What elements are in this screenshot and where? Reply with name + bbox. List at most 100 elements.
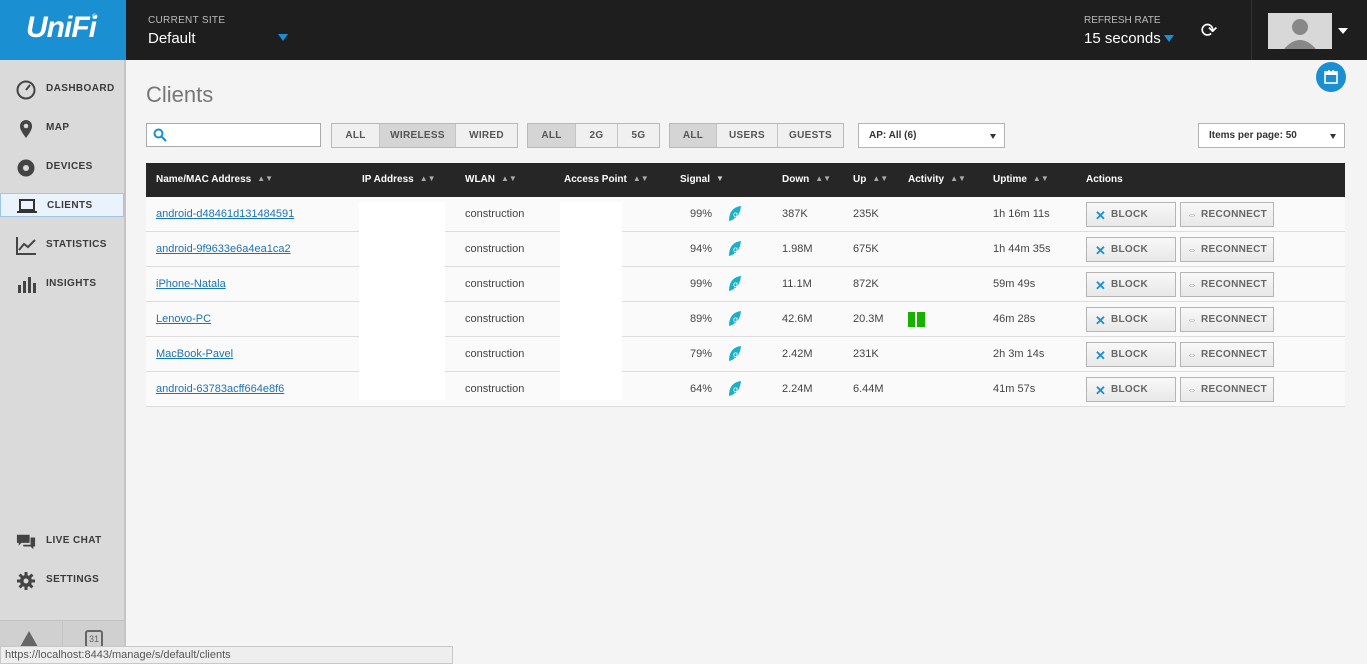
- sidebar-item-statistics[interactable]: STATISTICS: [0, 230, 124, 260]
- sidebar-item-label: SETTINGS: [46, 574, 100, 585]
- column-uptime[interactable]: Uptime ▲▼: [993, 174, 1049, 185]
- block-button[interactable]: ✕ BLOCK: [1086, 377, 1176, 402]
- avatar[interactable]: [1268, 13, 1332, 49]
- wifi-signal-icon: g: [729, 346, 741, 361]
- client-name-link[interactable]: android-d48461d131484591: [156, 208, 294, 220]
- svg-text:g: g: [733, 210, 738, 219]
- column-down[interactable]: Down ▲▼: [782, 174, 831, 185]
- block-button[interactable]: ✕ BLOCK: [1086, 307, 1176, 332]
- sidebar: DASHBOARD MAP DEVICES CLIENTS STATISTICS…: [0, 60, 126, 664]
- client-name-link[interactable]: android-9f9633e6a4ea1ca2: [156, 243, 291, 255]
- column-label: Uptime: [993, 174, 1027, 185]
- gear-icon: [17, 572, 35, 590]
- reconnect-icon: ⇔: [1187, 210, 1198, 221]
- filter-users[interactable]: USERS: [717, 124, 778, 147]
- sidebar-item-dashboard[interactable]: DASHBOARD: [0, 74, 124, 104]
- block-button[interactable]: ✕ BLOCK: [1086, 272, 1176, 297]
- refresh-dropdown-caret-icon[interactable]: [1164, 35, 1174, 42]
- filter-all-types[interactable]: ALL: [670, 124, 717, 147]
- column-label: Up: [853, 174, 867, 185]
- filter-guests[interactable]: GUESTS: [778, 124, 843, 147]
- items-per-page-select[interactable]: Items per page: 50: [1198, 123, 1345, 148]
- column-ip[interactable]: IP Address ▲▼: [362, 174, 436, 185]
- sort-icon: ▲▼: [815, 174, 832, 183]
- sidebar-item-label: DASHBOARD: [46, 83, 115, 94]
- down-cell: 1.98M: [782, 243, 813, 255]
- table-row[interactable]: MacBook-Pavel construction 79% g 2.42M 2…: [146, 337, 1345, 372]
- current-site-select[interactable]: Default: [148, 30, 196, 47]
- ap-select-value: AP: All (6): [869, 130, 917, 141]
- column-wlan[interactable]: WLAN ▲▼: [465, 174, 517, 185]
- reconnect-button[interactable]: ⇔ RECONNECT: [1180, 202, 1274, 227]
- close-icon: ✕: [1095, 383, 1107, 398]
- close-icon: ✕: [1095, 278, 1107, 293]
- table-row[interactable]: Lenovo-PC construction 89% g 42.6M 20.3M…: [146, 302, 1345, 337]
- sidebar-item-label: LIVE CHAT: [46, 535, 102, 546]
- signal-cell: 89%: [689, 313, 712, 325]
- sidebar-item-live-chat[interactable]: LIVE CHAT: [0, 526, 124, 556]
- table-row[interactable]: android-d48461d131484591 construction 99…: [146, 197, 1345, 232]
- block-button[interactable]: ✕ BLOCK: [1086, 202, 1176, 227]
- ap-select[interactable]: AP: All (6): [858, 123, 1005, 148]
- sort-desc-icon: ▼: [716, 174, 724, 183]
- column-name[interactable]: Name/MAC Address ▲▼: [156, 174, 273, 185]
- close-icon: ✕: [1095, 313, 1107, 328]
- sidebar-item-label: DEVICES: [46, 161, 93, 172]
- sidebar-item-devices[interactable]: DEVICES: [0, 152, 124, 182]
- close-icon: ✕: [1095, 208, 1107, 223]
- wlan-cell: construction: [465, 208, 525, 220]
- reconnect-icon: ⇔: [1187, 315, 1198, 326]
- sidebar-item-label: MAP: [46, 122, 70, 133]
- svg-text:g: g: [733, 385, 738, 394]
- unifi-logo[interactable]: UniFi ®: [0, 0, 126, 60]
- filter-wired[interactable]: WIRED: [456, 124, 517, 147]
- sidebar-item-insights[interactable]: INSIGHTS: [0, 269, 124, 299]
- site-dropdown-caret-icon[interactable]: [278, 34, 288, 41]
- table-row[interactable]: android-9f9633e6a4ea1ca2 construction 94…: [146, 232, 1345, 267]
- client-name-link[interactable]: android-63783acff664e8f6: [156, 383, 284, 395]
- button-label: RECONNECT: [1201, 244, 1268, 255]
- client-name-link[interactable]: iPhone-Natala: [156, 278, 226, 290]
- wlan-cell: construction: [465, 383, 525, 395]
- client-name-link[interactable]: MacBook-Pavel: [156, 348, 233, 360]
- reconnect-button[interactable]: ⇔ RECONNECT: [1180, 342, 1274, 367]
- filter-5g[interactable]: 5G: [618, 124, 659, 147]
- client-name-link[interactable]: Lenovo-PC: [156, 313, 211, 325]
- block-button[interactable]: ✕ BLOCK: [1086, 342, 1176, 367]
- sidebar-item-map[interactable]: MAP: [0, 113, 124, 143]
- chevron-down-icon: [1330, 134, 1336, 139]
- sort-icon: ▲▼: [257, 174, 274, 183]
- column-label: Signal: [680, 174, 711, 185]
- table-row[interactable]: iPhone-Natala construction 99% g 11.1M 8…: [146, 267, 1345, 302]
- refresh-icon[interactable]: ⟳: [1198, 20, 1220, 42]
- filter-wireless[interactable]: WIRELESS: [380, 124, 456, 147]
- reconnect-button[interactable]: ⇔ RECONNECT: [1180, 237, 1274, 262]
- column-activity[interactable]: Activity ▲▼: [908, 174, 966, 185]
- column-up[interactable]: Up ▲▼: [853, 174, 888, 185]
- search-input[interactable]: [146, 123, 321, 147]
- calendar-button[interactable]: [1316, 62, 1346, 92]
- wifi-signal-icon: g: [729, 241, 741, 256]
- uptime-cell: 1h 16m 11s: [993, 208, 1050, 220]
- sidebar-item-settings[interactable]: SETTINGS: [0, 565, 124, 595]
- sort-icon: ▲▼: [501, 174, 517, 183]
- column-access-point[interactable]: Access Point ▲▼: [564, 174, 649, 185]
- sidebar-item-clients[interactable]: CLIENTS: [0, 193, 124, 217]
- reconnect-button[interactable]: ⇔ RECONNECT: [1180, 377, 1274, 402]
- refresh-rate-select[interactable]: 15 seconds: [1084, 30, 1161, 47]
- filter-2g[interactable]: 2G: [576, 124, 618, 147]
- table-row[interactable]: android-63783acff664e8f6 construction 64…: [146, 372, 1345, 407]
- filter-all-bands[interactable]: ALL: [528, 124, 576, 147]
- signal-cell: 99%: [689, 208, 712, 220]
- signal-cell: 79%: [689, 348, 712, 360]
- user-menu[interactable]: [1251, 0, 1367, 60]
- user-menu-caret-icon[interactable]: [1338, 28, 1348, 34]
- filter-all-connections[interactable]: ALL: [332, 124, 380, 147]
- button-label: BLOCK: [1111, 244, 1149, 255]
- block-button[interactable]: ✕ BLOCK: [1086, 237, 1176, 262]
- column-signal[interactable]: Signal ▼: [680, 174, 724, 185]
- uptime-cell: 1h 44m 35s: [993, 243, 1051, 255]
- reconnect-button[interactable]: ⇔ RECONNECT: [1180, 307, 1274, 332]
- reconnect-button[interactable]: ⇔ RECONNECT: [1180, 272, 1274, 297]
- column-label: Down: [782, 174, 810, 185]
